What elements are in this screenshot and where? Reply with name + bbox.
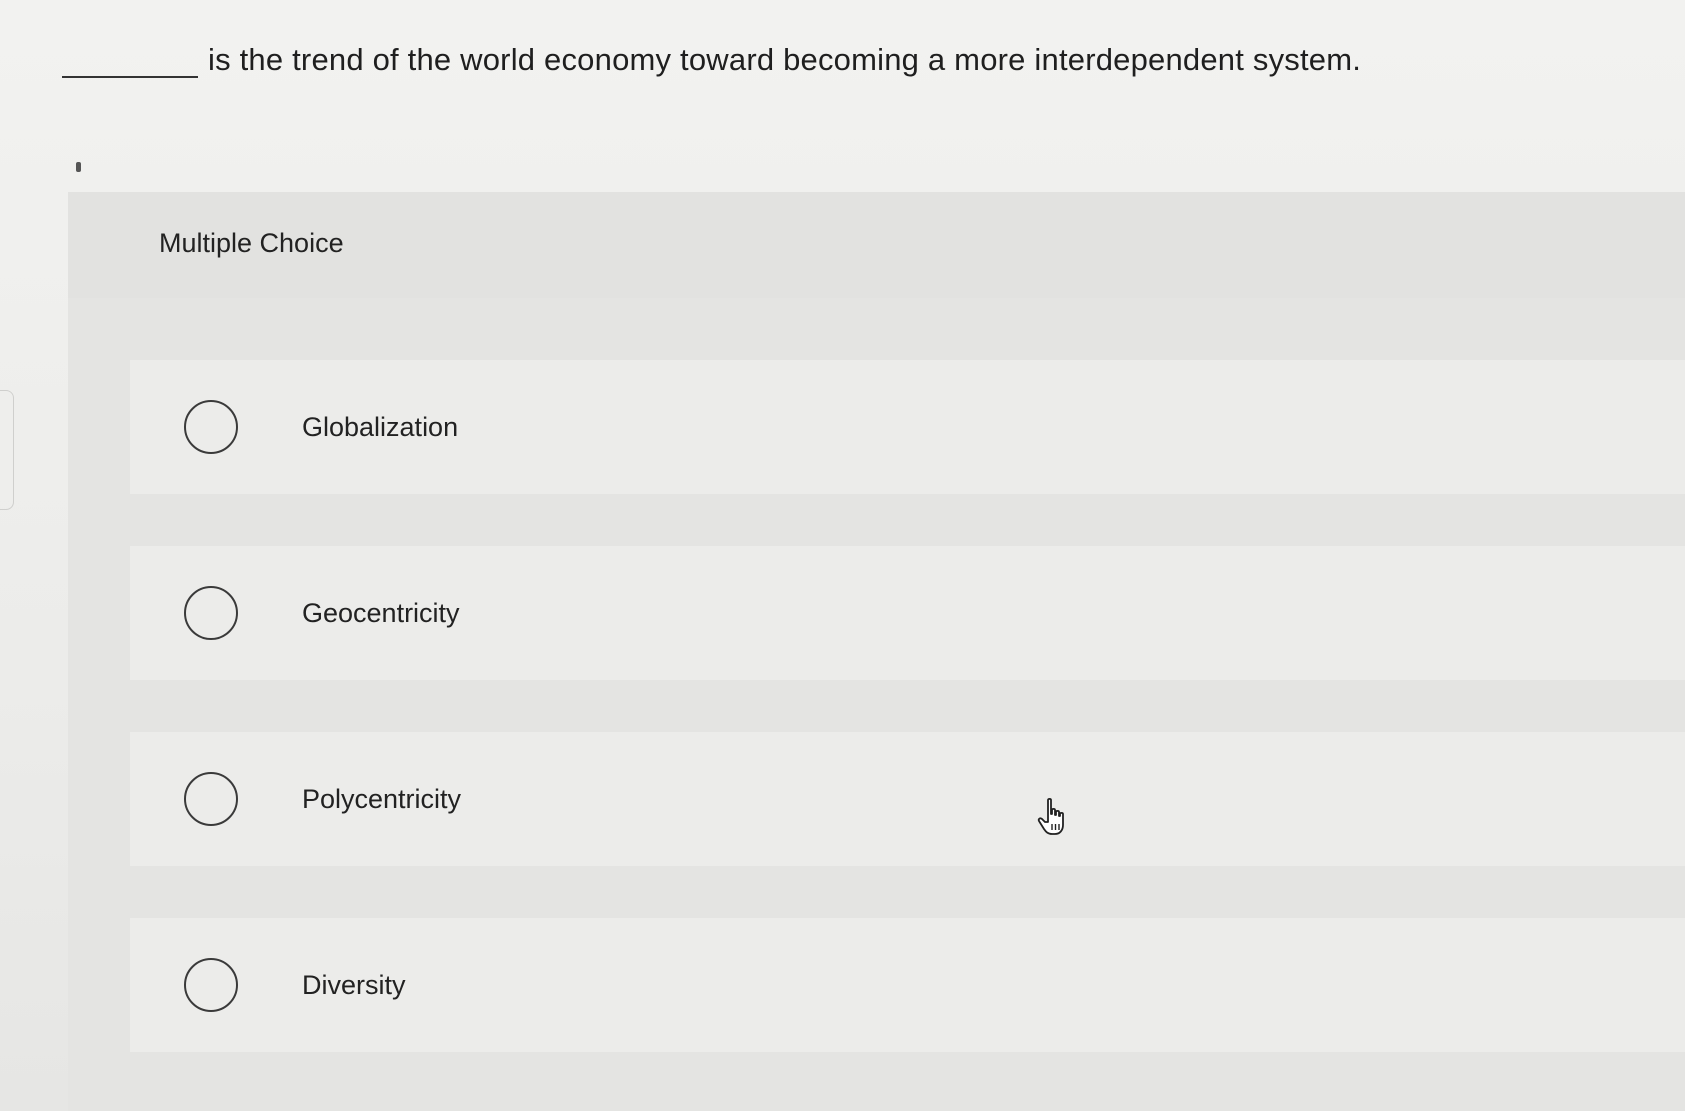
option-polycentricity[interactable]: Polycentricity: [130, 732, 1685, 866]
radio-button[interactable]: [184, 772, 238, 826]
option-label: Geocentricity: [302, 597, 460, 628]
radio-button[interactable]: [184, 958, 238, 1012]
panel-title: Multiple Choice: [159, 228, 344, 258]
window-edge: [0, 390, 14, 510]
answer-options: Globalization Geocentricity Polycentrici…: [130, 360, 1685, 1104]
option-label: Polycentricity: [302, 783, 462, 814]
panel-header: Multiple Choice: [68, 192, 1685, 298]
radio-button[interactable]: [184, 400, 238, 454]
radio-button[interactable]: [184, 586, 238, 640]
multiple-choice-panel: Multiple Choice Globalization Geocentric…: [68, 192, 1685, 1111]
option-globalization[interactable]: Globalization: [130, 360, 1685, 494]
question-text: is the trend of the world economy toward…: [208, 42, 1362, 77]
option-diversity[interactable]: Diversity: [130, 918, 1685, 1052]
option-label: Globalization: [302, 411, 459, 442]
fill-in-blank: [62, 76, 198, 78]
hand-pointer-icon: [1037, 797, 1064, 835]
quiz-page: is the trend of the world economy toward…: [0, 0, 1685, 1111]
option-label: Diversity: [302, 969, 406, 1000]
question-prompt: is the trend of the world economy toward…: [62, 38, 1361, 82]
screen-speck: [76, 162, 81, 172]
option-geocentricity[interactable]: Geocentricity: [130, 546, 1685, 680]
